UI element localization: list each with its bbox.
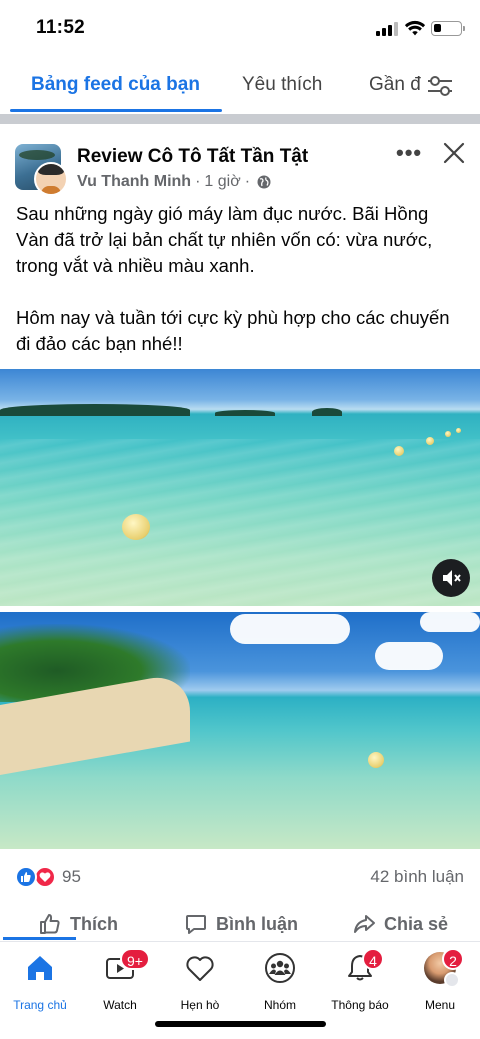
nav-home[interactable]: Trang chủ [0, 948, 80, 1012]
share-label: Chia sẻ [384, 913, 449, 934]
water-ripples [0, 439, 480, 606]
share-button[interactable]: Chia sẻ [352, 912, 448, 936]
tab-favorites[interactable]: Yêu thích [242, 74, 322, 96]
home-icon [28, 956, 52, 980]
reaction-count[interactable]: 95 [62, 867, 81, 887]
share-arrow-icon [354, 915, 375, 933]
post-text: Sau những ngày gió máy làm đục nước. Bãi… [16, 201, 466, 383]
groups-icon [265, 953, 295, 983]
feed-tabs: Bảng feed của bạn Yêu thích Gần đ [0, 58, 480, 114]
post-photo-beach[interactable] [0, 612, 480, 849]
like-label: Thích [70, 913, 118, 934]
cloud [230, 614, 350, 644]
post-time[interactable]: 1 giờ [204, 173, 240, 191]
nav-watch[interactable]: 9+ Watch [80, 948, 160, 1012]
comment-label: Bình luận [216, 913, 298, 934]
cellular-signal-icon [376, 22, 398, 36]
nav-label: Hẹn hò [180, 998, 220, 1012]
home-active-indicator [3, 937, 76, 940]
distant-island [215, 410, 275, 416]
like-button[interactable]: Thích [38, 912, 118, 936]
menu-badge: 2 [442, 948, 464, 970]
author-name[interactable]: Vu Thanh Minh [77, 173, 191, 191]
buoy [368, 752, 384, 768]
nav-label: Thông báo [331, 998, 389, 1012]
buoy [445, 431, 451, 437]
comment-bubble-icon [186, 915, 206, 934]
meta-separator: · [195, 173, 201, 190]
comment-count[interactable]: 42 bình luận [370, 867, 464, 887]
watch-badge: 9+ [120, 948, 150, 970]
status-time: 11:52 [36, 17, 86, 38]
post-text-paragraph: Sau những ngày gió máy làm đục nước. Bãi… [16, 203, 433, 276]
author-avatar[interactable] [34, 162, 68, 196]
post-meta: Vu Thanh Minh · 1 giờ · [77, 173, 271, 191]
tab-nearby[interactable]: Gần đ [369, 74, 421, 96]
like-reaction-icon [15, 866, 37, 888]
heart-icon [186, 956, 214, 981]
speaker-muted-icon [443, 570, 461, 586]
post-text-paragraph: Hôm nay và tuần tới cực kỳ phù hợp cho c… [16, 307, 450, 354]
thumbs-up-icon [40, 914, 60, 934]
post-actions: Thích Bình luận Chia sẻ [0, 906, 480, 940]
battery-icon [431, 21, 465, 36]
nav-dating[interactable]: Hẹn hò [160, 948, 240, 1012]
post-video-beach[interactable] [0, 369, 480, 606]
love-reaction-icon [34, 866, 56, 888]
notifications-badge: 4 [362, 948, 384, 970]
buoy [122, 514, 150, 540]
post-header: Review Cô Tô Tất Tần Tật Vu Thanh Minh ·… [0, 124, 480, 196]
more-options-icon[interactable]: ••• [396, 142, 422, 164]
nav-label: Nhóm [263, 998, 296, 1012]
mute-button[interactable] [432, 559, 470, 597]
battery-level [434, 24, 441, 32]
close-icon[interactable] [443, 142, 465, 164]
section-divider [0, 114, 480, 124]
buoy [426, 437, 434, 445]
status-bar: 11:52 [0, 0, 480, 58]
menu-lines-icon [444, 972, 460, 988]
home-indicator [155, 1021, 326, 1027]
wifi-icon [404, 20, 426, 36]
nav-label: Watch [103, 998, 137, 1012]
nav-groups[interactable]: Nhóm [240, 948, 320, 1012]
meta-separator: · [244, 173, 251, 190]
tab-feed[interactable]: Bảng feed của bạn [31, 74, 200, 96]
active-tab-indicator [10, 109, 222, 112]
nav-notifications[interactable]: 4 Thông báo [320, 948, 400, 1012]
nav-label: Menu [424, 998, 456, 1012]
nav-menu[interactable]: 2 Menu [400, 948, 480, 1012]
group-name[interactable]: Review Cô Tô Tất Tần Tật [77, 146, 308, 168]
reactions-bar[interactable]: 95 42 bình luận [0, 860, 480, 894]
buoy [394, 446, 404, 456]
cloud [375, 642, 443, 670]
distant-island [0, 404, 190, 416]
distant-island [312, 408, 342, 416]
cloud [420, 612, 480, 632]
globe-icon [257, 175, 271, 189]
buoy [456, 428, 461, 433]
filter-settings-icon[interactable] [424, 73, 456, 99]
comment-button[interactable]: Bình luận [184, 912, 298, 936]
nav-label: Trang chủ [13, 998, 67, 1012]
